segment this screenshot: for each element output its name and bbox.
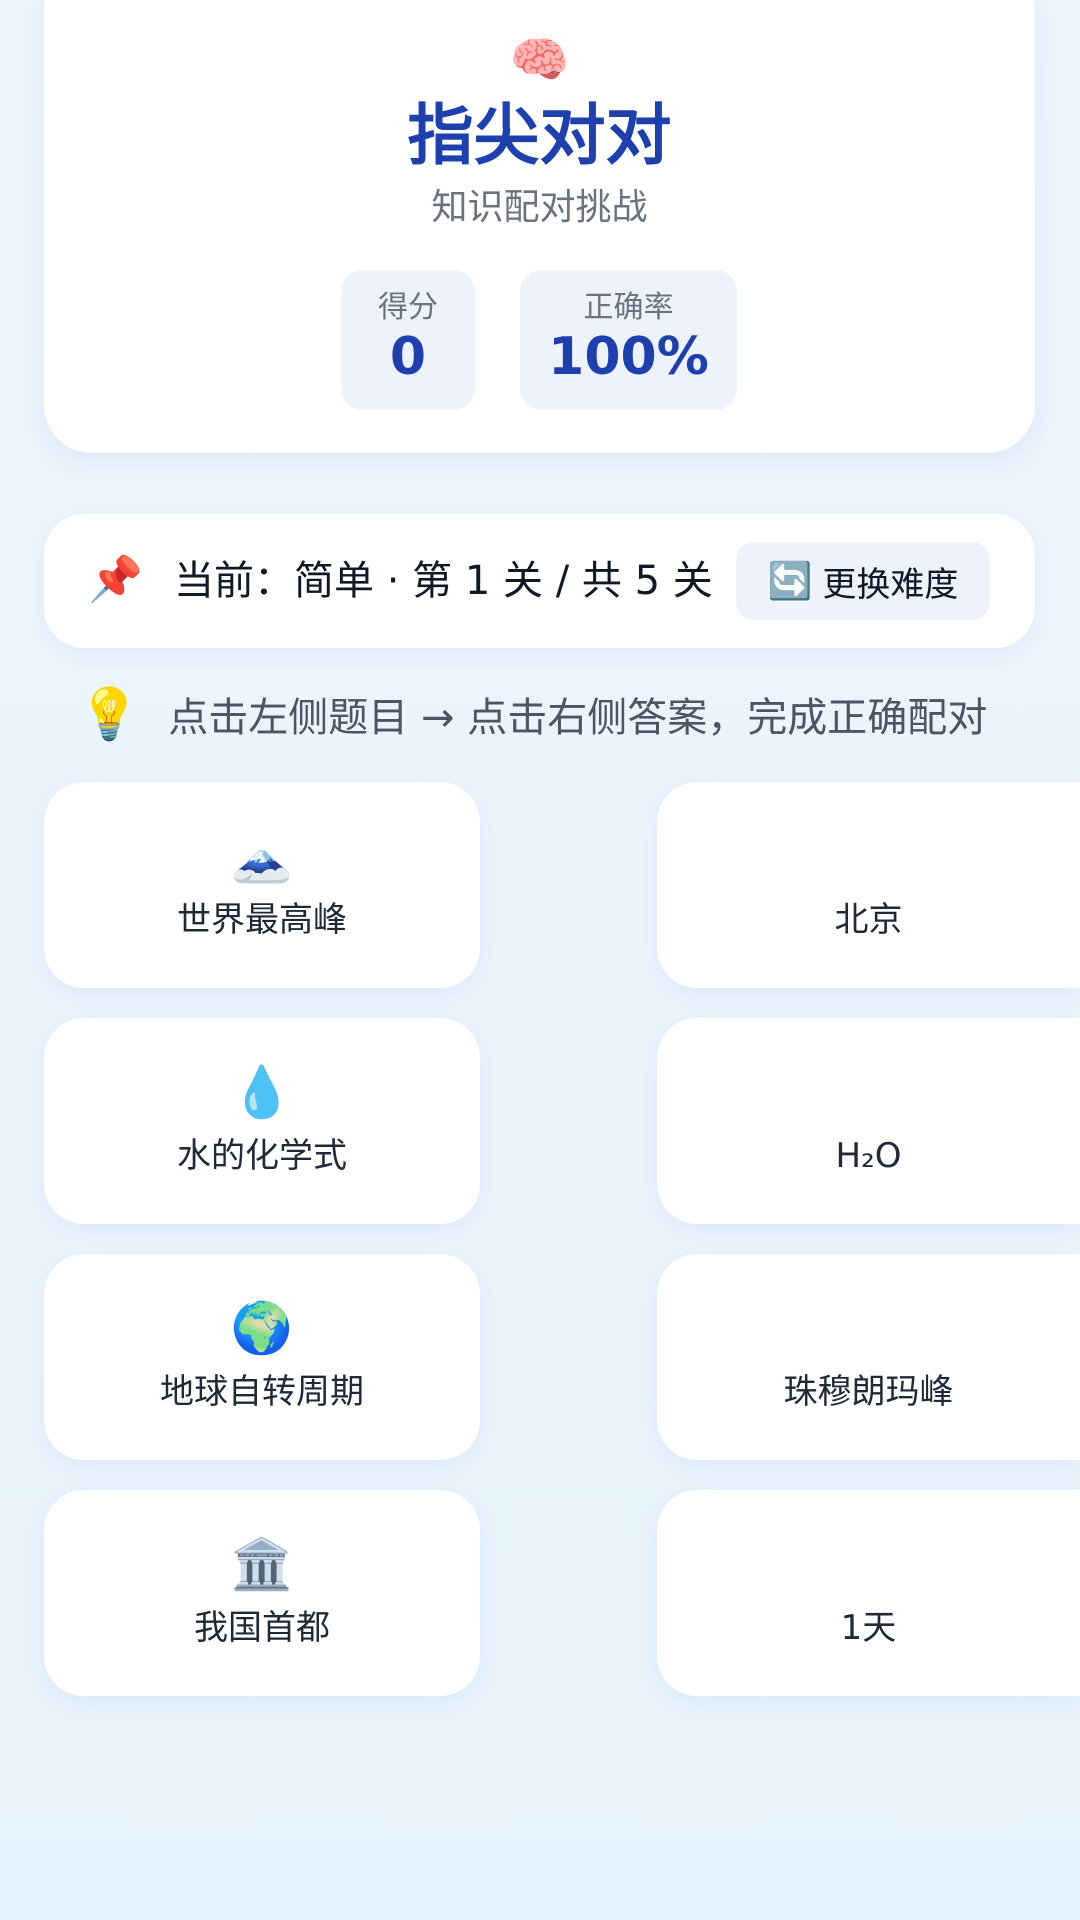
game-screen: 🧠 指尖对对 知识配对挑战 得分 0 正确率 100% 📌 当前：简单 · 第 …	[0, 0, 1080, 1920]
question-card[interactable]: 💧 水的化学式	[44, 1018, 480, 1224]
header-card: 🧠 指尖对对 知识配对挑战 得分 0 正确率 100%	[44, 0, 1035, 453]
pushpin-icon: 📌	[88, 554, 143, 605]
change-difficulty-button[interactable]: 🔄 更换难度	[736, 542, 990, 620]
score-value: 0	[389, 327, 427, 387]
score-label: 得分	[378, 290, 438, 325]
answer-label: H₂O	[835, 1136, 902, 1176]
question-label: 世界最高峰	[177, 900, 347, 940]
mountain-icon: 🗻	[230, 827, 294, 885]
question-label: 水的化学式	[177, 1136, 347, 1176]
question-label: 地球自转周期	[160, 1372, 364, 1412]
accuracy-box: 正确率 100%	[520, 270, 737, 410]
question-card[interactable]: 🏛️ 我国首都	[44, 1490, 480, 1696]
answer-card[interactable]: 北京	[657, 782, 1080, 988]
answer-card[interactable]: 珠穆朗玛峰	[657, 1254, 1080, 1460]
classical-building-icon: 🏛️	[230, 1535, 294, 1593]
change-difficulty-label: 更换难度	[822, 564, 959, 605]
answer-label: 珠穆朗玛峰	[783, 1372, 954, 1412]
level-bar: 📌 当前：简单 · 第 1 关 / 共 5 关 🔄 更换难度	[44, 514, 1035, 648]
question-label: 我国首都	[194, 1608, 330, 1648]
lightbulb-icon: 💡	[78, 684, 141, 743]
answer-card[interactable]: 1天	[657, 1490, 1080, 1696]
answer-label: 北京	[834, 900, 903, 940]
app-subtitle: 知识配对挑战	[431, 187, 648, 228]
answer-label: 1天	[840, 1608, 897, 1648]
question-card[interactable]: 🗻 世界最高峰	[44, 782, 480, 988]
accuracy-value: 100%	[548, 327, 709, 387]
globe-icon: 🌍	[230, 1299, 294, 1357]
level-status: 当前：简单 · 第 1 关 / 共 5 关	[174, 558, 713, 604]
app-title: 指尖对对	[407, 97, 672, 174]
brain-icon: 🧠	[509, 32, 570, 88]
accuracy-label: 正确率	[583, 290, 674, 325]
instruction-hint: 💡 点击左侧题目 → 点击右侧答案，完成正确配对	[78, 682, 987, 746]
question-card[interactable]: 🌍 地球自转周期	[44, 1254, 480, 1460]
droplet-icon: 💧	[230, 1063, 294, 1121]
hint-text: 点击左侧题目 → 点击右侧答案，完成正确配对	[168, 695, 988, 741]
answer-card[interactable]: H₂O	[657, 1018, 1080, 1224]
score-box: 得分 0	[341, 270, 475, 410]
refresh-icon: 🔄	[767, 561, 813, 602]
